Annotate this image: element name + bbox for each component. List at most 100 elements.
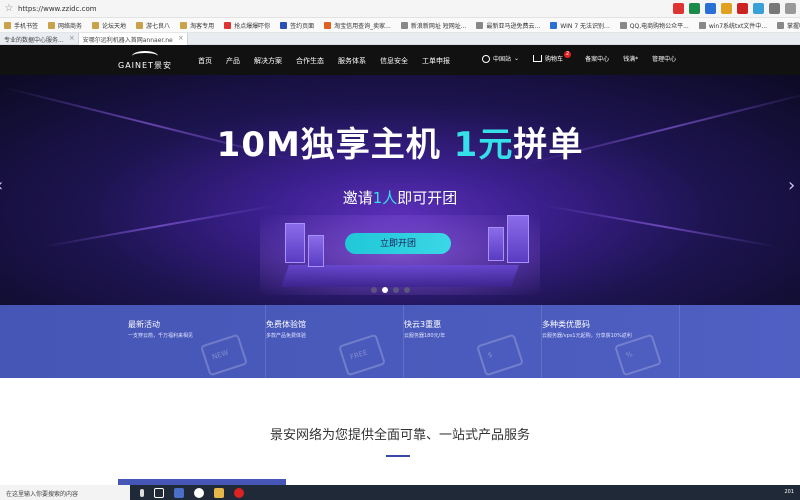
hero-title: 10M独享主机 1元拼单 [216, 125, 584, 165]
bookmark-item[interactable]: 掌握吐露 - powere... [773, 21, 800, 30]
filing-center-link[interactable]: 备案中心 [585, 54, 609, 63]
shield-icon[interactable] [689, 3, 700, 14]
browser-tab-active[interactable]: 安哪尔远利机器入首网annaer.ne × [78, 33, 188, 45]
globe-icon [476, 21, 484, 29]
bookmark-item[interactable]: 手机书签 [0, 21, 44, 30]
extension-icon[interactable] [673, 3, 684, 14]
folder-icon[interactable] [214, 487, 224, 498]
browser-tab[interactable]: 专业的数据中心服务... × [0, 33, 79, 45]
app-icon[interactable] [174, 487, 184, 498]
main-nav: 首页 产品 解决方案 合作生态 服务体系 信息安全 工单申报 [198, 56, 464, 66]
record-icon[interactable] [234, 487, 244, 498]
taskbar-search-input[interactable]: 在这里输入你要搜索的内容 [0, 485, 130, 500]
promo-item-coupon[interactable]: 多种类优惠码 云服务器/vps1元起购，分享获10%返利 % [542, 305, 680, 378]
extension-icon[interactable] [753, 3, 764, 14]
nav-item-security[interactable]: 信息安全 [380, 56, 408, 66]
nav-item-services[interactable]: 服务体系 [338, 56, 366, 66]
site-logo[interactable]: GAINET景安 [118, 51, 180, 71]
globe-icon [619, 21, 627, 29]
carousel-dot[interactable] [393, 287, 399, 293]
header-right: 中国站 ⌄ 购物车 2 备案中心 钱满* 管理中心 [482, 51, 690, 63]
carousel-dot-active[interactable] [382, 287, 388, 293]
folder-icon [48, 21, 56, 29]
nav-item-solutions[interactable]: 解决方案 [254, 56, 282, 66]
browser-icon[interactable] [194, 487, 204, 498]
cart-count-badge: 2 [564, 51, 572, 58]
bookmark-item[interactable]: 论坛天地 [88, 21, 132, 30]
bookmark-item[interactable]: 新浪新网址 短网址... [397, 21, 473, 30]
section-title: 景安网络为您提供全面可靠、一站式产品服务 [269, 428, 530, 443]
section-divider [386, 455, 410, 457]
microphone-icon[interactable] [140, 488, 144, 497]
extension-icon[interactable] [737, 3, 748, 14]
folder-icon [92, 21, 100, 29]
bookmark-item[interactable]: 签约页面 [276, 21, 320, 30]
nav-item-ticket[interactable]: 工单申报 [422, 56, 450, 66]
coupon-icon [614, 333, 662, 377]
server-icon [476, 333, 524, 377]
promo-item-latest[interactable]: 最新活动 一支穿云箭，千万福利来相见 NEW [128, 305, 266, 378]
server-illustration [285, 223, 305, 263]
hero-banner[interactable]: 10M独享主机 1元拼单 邀请1人即可开团 立即开团 ‹ › [0, 75, 800, 305]
bookmark-item[interactable]: 淘客专用 [176, 21, 220, 30]
globe-icon [777, 21, 785, 29]
light-streak [41, 204, 279, 248]
extension-icon[interactable] [721, 3, 732, 14]
region-selector[interactable]: 中国站 ⌄ [482, 54, 519, 63]
bookmark-item[interactable]: 抢点爆爆吓你 [220, 21, 276, 30]
download-icon[interactable] [769, 3, 780, 14]
bookmark-item[interactable]: win7系统txt文件中... [695, 21, 773, 30]
url-text[interactable]: https://www.zzidc.com [18, 5, 97, 13]
menu-icon[interactable] [785, 3, 796, 14]
site-header: GAINET景安 首页 产品 解决方案 合作生态 服务体系 信息安全 工单申报 … [0, 45, 800, 75]
folder-icon [180, 21, 188, 29]
tray-clock[interactable]: 201 [784, 489, 794, 495]
close-icon[interactable]: × [69, 34, 75, 42]
extension-icon[interactable] [705, 3, 716, 14]
bookmark-item[interactable]: WIN 7 无法识别... [546, 21, 616, 30]
carousel-dot[interactable] [371, 287, 377, 293]
hero-subtitle: 邀请1人即可开团 [342, 189, 458, 207]
site-icon [550, 21, 558, 29]
nav-item-home[interactable]: 首页 [198, 56, 212, 66]
address-bar[interactable]: ☆ https://www.zzidc.com [0, 0, 800, 18]
folder-icon [136, 21, 144, 29]
globe-icon [698, 21, 706, 29]
screen: ☆ https://www.zzidc.com 手机书签 网络商务 论坛天地 游… [0, 0, 800, 500]
promo-spacer [0, 305, 128, 378]
server-illustration [488, 227, 504, 261]
promo-item-cloud[interactable]: 快云3重惠 云服务器180元/年 $ [404, 305, 542, 378]
close-icon[interactable]: × [178, 34, 184, 42]
site-icon [224, 21, 232, 29]
admin-center-link[interactable]: 管理中心 [652, 54, 676, 63]
bookmark-item[interactable]: 最新亚马逊免费云... [472, 21, 546, 30]
carousel-prev-icon[interactable]: ‹ [0, 175, 3, 196]
carousel-next-icon[interactable]: › [788, 175, 795, 196]
bookmark-item[interactable]: QQ,电商购物公众平... [616, 21, 695, 30]
bookmark-item[interactable]: 游七良八 [132, 21, 176, 30]
bookmarks-bar: 手机书签 网络商务 论坛天地 游七良八 淘客专用 抢点爆爆吓你 签约页面 淘宝信… [0, 18, 800, 33]
chevron-down-icon: ⌄ [514, 55, 520, 62]
cart-link[interactable]: 购物车 2 [533, 51, 572, 63]
site-icon [280, 21, 288, 29]
light-streak [541, 204, 779, 248]
task-view-icon[interactable] [154, 487, 164, 498]
promo-item-free[interactable]: 免费体验馆 多款产品免费体验 FREE [266, 305, 404, 378]
server-platform [280, 265, 520, 287]
join-group-button[interactable]: 立即开团 [345, 233, 451, 254]
globe-icon [400, 21, 408, 29]
site-icon [324, 21, 332, 29]
nav-item-partners[interactable]: 合作生态 [296, 56, 324, 66]
taskbar: 在这里输入你要搜索的内容 201 [0, 485, 800, 500]
carousel-dots [371, 287, 410, 293]
star-icon[interactable]: ☆ [0, 3, 18, 14]
bookmark-item[interactable]: 网络商务 [44, 21, 88, 30]
carousel-dot[interactable] [404, 287, 410, 293]
server-illustration [308, 235, 324, 267]
nav-item-products[interactable]: 产品 [226, 56, 240, 66]
tab-bar: 专业的数据中心服务... × 安哪尔远利机器入首网annaer.ne × [0, 33, 800, 45]
account-menu[interactable]: 钱满* [623, 54, 638, 63]
promo-strip: 最新活动 一支穿云箭，千万福利来相见 NEW 免费体验馆 多款产品免费体验 FR… [0, 305, 800, 378]
folder-icon [4, 21, 11, 29]
bookmark-item[interactable]: 淘宝信用查询_卖家... [320, 21, 397, 30]
